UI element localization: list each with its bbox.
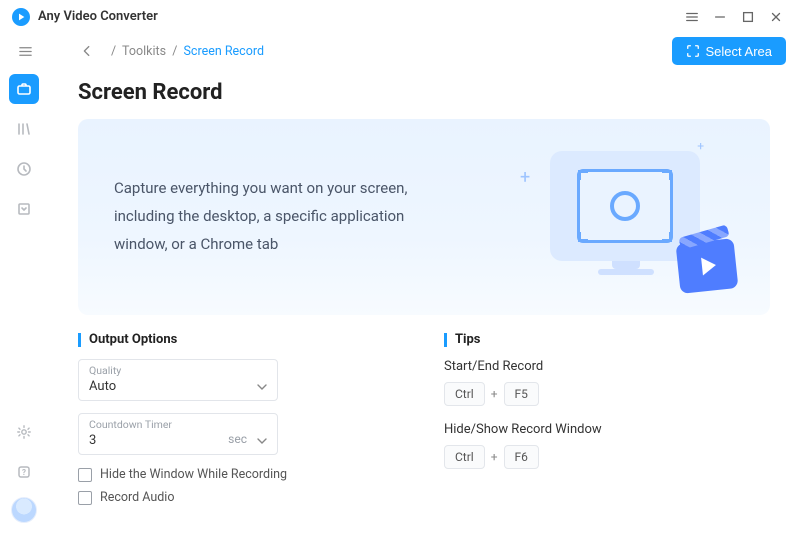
hero-illustration: + + [520,137,740,297]
quality-label: Quality [89,364,267,377]
toolbar: / Toolkits / Screen Record Select Area [0,34,800,68]
breadcrumb-current: Screen Record [184,44,265,59]
record-audio-label: Record Audio [100,490,174,505]
record-audio-checkbox[interactable]: Record Audio [78,490,404,505]
tip-start-end-label: Start/End Record [444,359,770,374]
hero-text: Capture everything you want on your scre… [114,175,434,258]
window-minimize-button[interactable] [706,3,734,31]
countdown-select[interactable]: Countdown Timer 3 sec [78,413,278,455]
countdown-unit: sec [228,432,247,446]
sidebar-item-toolkits[interactable] [9,74,39,104]
clapperboard-icon [676,238,739,294]
tips-panel: Tips Start/End Record Ctrl + F5 Hide/Sho… [444,333,770,513]
window-maximize-button[interactable] [734,3,762,31]
output-options-title: Output Options [78,333,404,347]
key-f6: F6 [504,445,539,469]
avatar[interactable] [11,497,37,523]
tip-hide-show-keys: Ctrl + F6 [444,445,770,469]
tip-start-end-keys: Ctrl + F5 [444,382,770,406]
breadcrumb-root[interactable]: Toolkits [122,44,166,59]
app-title: Any Video Converter [38,9,158,24]
key-plus: + [491,450,498,464]
sidebar-item-help[interactable]: ? [9,457,39,487]
chevron-down-icon [257,438,267,444]
hide-window-checkbox[interactable]: Hide the Window While Recording [78,467,404,482]
key-ctrl: Ctrl [444,445,485,469]
breadcrumb: / Toolkits / Screen Record [108,44,264,59]
key-f5: F5 [504,382,539,406]
titlebar: Any Video Converter [0,0,800,34]
checkbox-icon [78,491,92,505]
page-title: Screen Record [78,80,770,105]
hide-window-label: Hide the Window While Recording [100,467,287,482]
tip-hide-show-label: Hide/Show Record Window [444,422,770,437]
monitor-icon [550,151,700,261]
svg-text:?: ? [22,468,26,477]
select-area-button[interactable]: Select Area [672,37,787,65]
sidebar-item-history[interactable] [9,154,39,184]
main-content: Screen Record Capture everything you wan… [48,68,800,533]
sidebar: ? [0,68,48,533]
back-button[interactable] [74,38,100,64]
window-menu-button[interactable] [678,3,706,31]
app-logo-icon [12,8,30,26]
sidebar-item-settings[interactable] [9,417,39,447]
quality-select[interactable]: Quality Auto [78,359,278,401]
select-area-icon [686,44,700,58]
hamburger-icon[interactable] [12,38,38,64]
checkbox-icon [78,468,92,482]
hero-banner: Capture everything you want on your scre… [78,119,770,315]
key-plus: + [491,387,498,401]
sparkle-icon: + [697,139,704,153]
chevron-down-icon [257,384,267,390]
tips-title: Tips [444,333,770,347]
quality-value: Auto [89,379,267,394]
window-close-button[interactable] [762,3,790,31]
select-area-label: Select Area [706,44,773,59]
output-options-panel: Output Options Quality Auto Countdown Ti… [78,333,404,513]
sparkle-icon: + [520,167,530,188]
countdown-label: Countdown Timer [89,418,267,431]
sidebar-item-library[interactable] [9,114,39,144]
sidebar-item-downloads[interactable] [9,194,39,224]
key-ctrl: Ctrl [444,382,485,406]
